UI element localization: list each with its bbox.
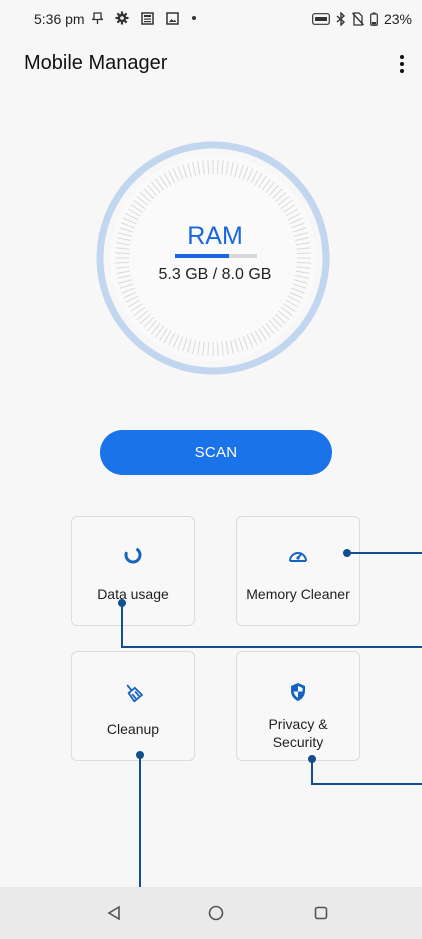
status-bar: 5:36 pm 23% [0,0,422,40]
gallery-icon [166,11,179,25]
tile-label: Memory Cleaner [246,586,350,602]
status-time: 5:36 pm [34,11,85,27]
news-icon [141,11,154,25]
back-triangle-icon[interactable] [104,903,124,923]
tile-label: Cleanup [106,721,160,737]
ram-value: 5.3 GB / 8.0 GB [158,266,272,283]
page-title: Mobile Manager [24,52,168,74]
ram-label: RAM [187,222,243,250]
tile-memory-cleaner[interactable]: Memory Cleaner [236,516,360,626]
ram-usage-fill [175,254,230,258]
dot-icon [191,15,197,21]
more-vert-icon[interactable] [388,48,416,80]
ram-usage-bar [175,254,257,258]
bluetooth-icon [336,12,346,26]
speedometer-icon [237,545,359,565]
battery-icon [370,12,378,26]
ram-gauge-ring [96,141,330,375]
scan-button[interactable]: SCAN [100,430,332,475]
shield-icon [237,682,359,702]
tile-cleanup[interactable]: Cleanup [71,651,195,761]
battery-percent: 23% [383,11,412,27]
tile-data-usage[interactable]: Data usage [71,516,195,626]
recents-square-icon[interactable] [311,903,331,923]
tile-privacy-security[interactable]: Privacy & Security [236,651,360,761]
tile-label: Data usage [97,586,169,602]
data-usage-icon [72,545,194,565]
ram-gauge [93,138,333,378]
gear-icon [115,11,129,25]
broom-icon [72,682,194,702]
home-circle-icon[interactable] [206,903,226,923]
auto-brightness-icon [312,13,330,25]
tile-label: Privacy & Security [268,716,328,750]
pin-icon [92,11,103,25]
navigation-bar [0,887,422,939]
no-sim-icon [351,12,364,26]
